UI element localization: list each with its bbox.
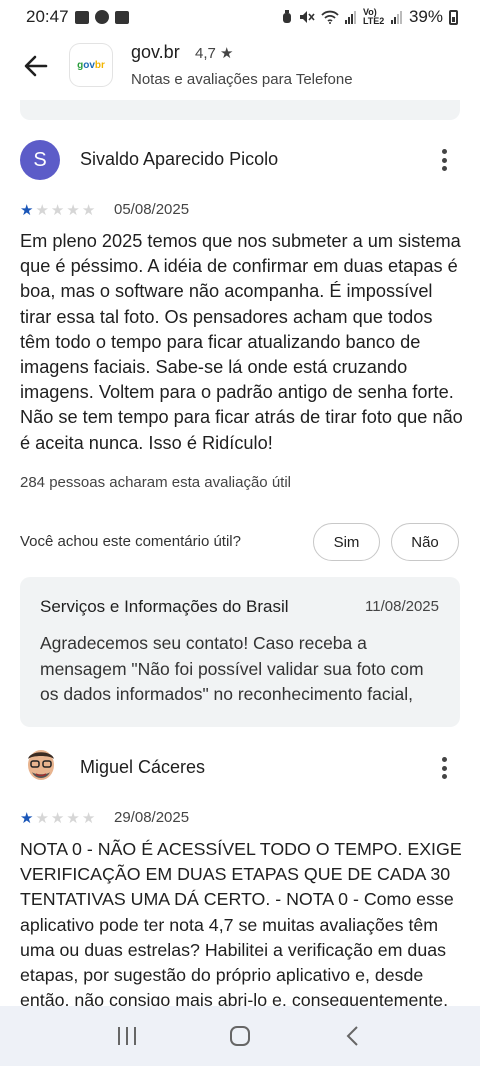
app-rating: 4,7 ★ [195,45,234,62]
system-navigation-bar [0,1006,480,1066]
review-text: NOTA 0 - NÃO É ACESSÍVEL TODO O TEMPO. E… [20,839,462,1006]
developer-name: Serviços e Informações do Brasil [40,597,289,616]
star-icon: ★ [81,810,96,827]
app-logo: g ov br [70,44,112,86]
volte-label: Vo) LTE2 [362,7,385,26]
review-rating-stars: ★ ★ ★ ★ ★ [20,203,95,218]
review-text: Em pleno 2025 temos que nos submeter a u… [20,231,463,453]
star-icon: ★ [81,202,96,219]
developer-reply-text: Agradecemos seu contato! Caso receba a m… [40,633,424,704]
signal-icon-2 [390,11,402,24]
home-icon [229,1026,250,1046]
wifi-icon [321,10,339,24]
battery-percent: 39% [408,7,443,26]
star-icon: ★ [20,810,34,827]
more-vert-icon-dot [441,166,447,171]
developer-reply-card: Serviços e Informações do Brasil 11/08/2… [20,577,460,727]
reviewer-name: Sivaldo Aparecido Picolo [80,149,279,169]
more-vert-icon-dot [441,157,447,163]
reviewer-avatar: S [20,140,60,180]
more-vert-icon-dot [441,774,447,779]
status-left: 20:47 [26,7,129,27]
review-date: 05/08/2025 [114,201,190,218]
review-more-options-button[interactable] [434,754,454,782]
arrow-back-icon [24,55,48,77]
star-icon: ★ [35,810,49,827]
developer-reply-date: 11/08/2025 [365,598,439,615]
status-time: 20:47 [26,7,69,26]
logo-text-part2: ov [83,59,95,71]
helpful-yes-button[interactable]: Sim [313,523,380,561]
previous-reply-card [20,100,460,120]
reviewer-name: Miguel Cáceres [80,757,206,777]
system-back-button[interactable] [333,1016,373,1056]
more-vert-icon-dot [441,757,447,762]
gallery-notification-icon [74,10,89,24]
star-icon: ★ [50,810,65,827]
app-title: gov.br [131,42,180,62]
star-icon: ★ [35,202,49,219]
app-header: g ov br gov.br 4,7 ★ Notas e avaliações pa… [0,36,480,96]
chevron-left-icon [346,1026,359,1046]
star-icon: ★ [50,202,65,219]
recent-apps-icon [117,1027,136,1045]
battery-icon [449,9,458,25]
helpful-no-button[interactable]: Não [391,523,459,561]
review-more-options-button[interactable] [434,146,454,174]
review-date: 29/08/2025 [114,809,190,826]
app-notification-icon [94,10,109,24]
status-bar: 20:47 Vo) LTE2 39% [0,0,480,34]
vpn-notification-icon [114,10,129,24]
helpful-count: 284 pessoas acharam esta avaliação útil [20,474,291,491]
reviewer-avatar [20,745,62,787]
more-vert-icon-dot [441,765,447,771]
star-icon: ★ [20,202,34,219]
status-right: Vo) LTE2 39% [281,7,458,27]
review-rating-stars: ★ ★ ★ ★ ★ [20,811,95,826]
alarm-icon [282,10,291,23]
mute-icon [299,11,315,23]
helpful-question: Você achou este comentário útil? [20,533,241,550]
star-icon: ★ [66,202,80,219]
home-button[interactable] [220,1016,260,1056]
page-subtitle: Notas e avaliações para Telefone [131,71,353,88]
recent-apps-button[interactable] [107,1016,147,1056]
signal-icon-1 [344,11,356,24]
star-icon: ★ [66,810,80,827]
logo-text-part3: br [94,59,105,71]
back-button[interactable] [20,50,52,82]
cartoon-avatar-icon [20,745,62,787]
more-vert-icon-dot [441,149,447,154]
